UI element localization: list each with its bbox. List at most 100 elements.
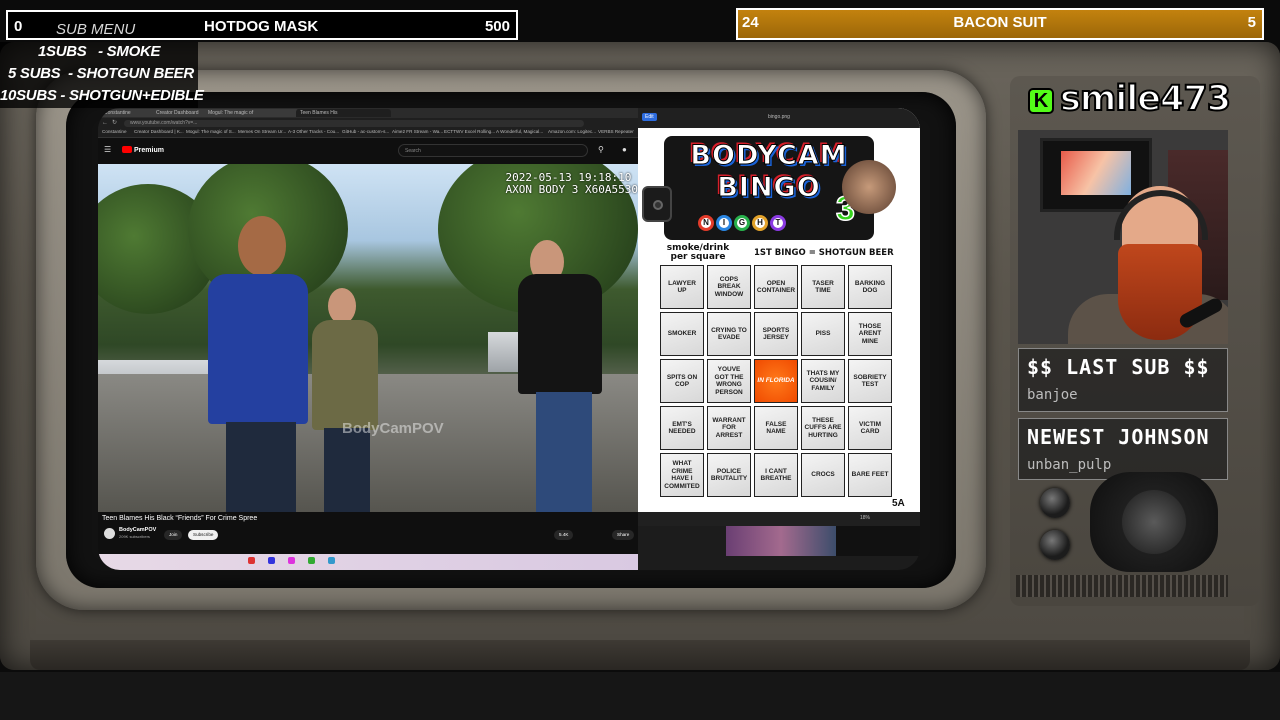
browser-tab-bar: Constantine Creator Dashboard Mogul: The…: [98, 108, 638, 118]
sub-menu-item: 1SUBS - SMOKE: [38, 43, 161, 60]
mic-icon[interactable]: ●: [622, 145, 627, 154]
newest-name: unban_pulp: [1027, 457, 1112, 473]
join-button[interactable]: Join: [164, 530, 183, 540]
bingo-cell: SOBRIETY TEST: [848, 359, 892, 403]
channel-subscribers: 209K subscribers: [119, 534, 150, 539]
face-image: [842, 160, 896, 214]
youtube-logo[interactable]: Premium: [122, 146, 164, 154]
bookmark[interactable]: A-3 Other Tracks - Cou...: [288, 129, 339, 134]
video-title: Teen Blames His Black “Friends” For Crim…: [102, 515, 258, 522]
bingo-cell: EMT'S NEEDED: [660, 406, 704, 450]
goal-target: 5: [1247, 14, 1256, 31]
bingo-cell: BARKING DOG: [848, 265, 892, 309]
bingo-free-cell: IN FLORIDA: [754, 359, 798, 403]
bingo-corner-label: 5A: [892, 498, 905, 509]
newest-title: NEWEST JOHNSON: [1027, 425, 1210, 449]
bookmark[interactable]: GitHub - ac-custom-s...: [342, 129, 389, 134]
app-icon[interactable]: [308, 557, 315, 564]
viewer-status-bar: 18%: [638, 512, 920, 526]
stream-overlay: Constantine Creator Dashboard Mogul: The…: [0, 0, 1280, 720]
bingo-cell: LAWYER UP: [660, 265, 704, 309]
bookmark[interactable]: Aime2 FR Stream - Wa...: [392, 129, 443, 134]
goal-title: HOTDOG MASK: [204, 18, 319, 35]
bingo-cell: WHAT CRIME HAVE I COMMITED: [660, 453, 704, 497]
share-button[interactable]: Share: [612, 530, 635, 540]
like-button[interactable]: 5.4K: [554, 530, 574, 540]
night-ball: T: [770, 215, 786, 231]
taskbar: [98, 554, 638, 570]
subscribe-button[interactable]: Subscribe: [188, 530, 219, 540]
device-text: AXON BODY 3 X60A5530: [505, 183, 638, 196]
bodycam-timestamp: 2022-05-13 19:18:10 AXON BODY 3 X60A5530: [506, 172, 638, 196]
streamer-username: smile473: [1059, 78, 1232, 120]
floor: [0, 672, 1280, 720]
last-sub-title: $$ LAST SUB $$: [1027, 355, 1210, 379]
bingo-grid: LAWYER UP COPS BREAK WINDOW OPEN CONTAINER…: [660, 265, 896, 497]
reload-icon[interactable]: ↻: [112, 120, 119, 127]
bingo-cell: THESE CUFFS ARE HURTING: [801, 406, 845, 450]
browser-tab-active[interactable]: Teen Blames His: [296, 109, 391, 117]
bookmark[interactable]: ECTTWV Excel Rolling...: [444, 129, 495, 134]
image-viewer: Edit bingo.png BODYCAM BINGO NIGHT 3 smo…: [638, 108, 920, 526]
newest-box: NEWEST JOHNSON unban_pulp: [1018, 418, 1228, 480]
goal-count: 0: [14, 18, 23, 35]
search-input[interactable]: Search: [398, 144, 588, 157]
bingo-subtitle: smoke/drink per square: [666, 243, 730, 262]
bookmarks-bar: Constantine Creator Dashboard | K... Mog…: [98, 128, 638, 138]
bingo-cell: WARRANT FOR ARREST: [707, 406, 751, 450]
back-icon[interactable]: ←: [102, 120, 109, 127]
bingo-rule: 1ST BINGO = SHOTGUN BEER: [754, 248, 894, 258]
tv-knob: [1040, 530, 1070, 560]
url-field[interactable]: www.youtube.com/watch?v=...: [124, 120, 584, 127]
bingo-cell: FALSE NAME: [754, 406, 798, 450]
bingo-cell: YOUVE GOT THE WRONG PERSON: [707, 359, 751, 403]
app-icon[interactable]: [268, 557, 275, 564]
bingo-cell: SPITS ON COP: [660, 359, 704, 403]
video-meta: Teen Blames His Black “Friends” For Crim…: [98, 512, 638, 570]
goal-target: 500: [484, 18, 510, 35]
bookmark[interactable]: Mogul: The magic of S...: [186, 129, 236, 134]
bodycam-icon: [642, 186, 672, 222]
search-icon[interactable]: ⚲: [598, 145, 604, 154]
night-ball: N: [698, 215, 714, 231]
bookmark[interactable]: Memes On Stream Ur...: [238, 129, 286, 134]
app-icon[interactable]: [288, 557, 295, 564]
bookmark[interactable]: Amazon.com: Logitec...: [548, 129, 596, 134]
channel-name[interactable]: BodyCamPOV: [119, 527, 156, 533]
bingo-cell: SMOKER: [660, 312, 704, 356]
sub-menu-item: 5 SUBS - SHOTGUN BEER: [8, 65, 194, 82]
bingo-cell: CROCS: [801, 453, 845, 497]
zoom-level[interactable]: 18%: [860, 515, 870, 521]
sub-menu-item: 10SUBS - SHOTGUN+EDIBLE: [0, 87, 204, 104]
goal-title: BACON SUIT: [953, 14, 1047, 31]
video-player[interactable]: 2022-05-13 19:18:10 AXON BODY 3 X60A5530…: [98, 164, 638, 512]
sub-menu-label: SUB MENU: [56, 21, 136, 38]
goal-bar-bacon-suit: 24 BACON SUIT 5: [736, 8, 1264, 40]
play-icon: [122, 146, 132, 153]
bookmark[interactable]: VERBS Repeater: [598, 129, 634, 134]
bingo-cell: COPS BREAK WINDOW: [707, 265, 751, 309]
tv-knob: [1040, 488, 1070, 518]
menu-icon[interactable]: ☰: [104, 145, 111, 154]
bingo-cell: POLICE BRUTALITY: [707, 453, 751, 497]
viewer-file-name: bingo.png: [768, 114, 790, 120]
channel-avatar[interactable]: [104, 528, 115, 539]
bookmark[interactable]: Creator Dashboard | K...: [134, 129, 184, 134]
bookmark[interactable]: A Wonderful, Magical...: [496, 129, 543, 134]
app-icon[interactable]: [248, 557, 255, 564]
night-balls: NIGHT: [698, 212, 788, 231]
app-icon[interactable]: [328, 557, 335, 564]
address-bar-row: ← ↻ www.youtube.com/watch?v=...: [98, 118, 638, 128]
last-sub-box: $$ LAST SUB $$ banjoe: [1018, 348, 1228, 412]
bingo-cell: PISS: [801, 312, 845, 356]
edit-button[interactable]: Edit: [642, 113, 657, 121]
browser-tab[interactable]: Mogul: The magic of: [204, 109, 299, 117]
bingo-cell: CRYING TO EVADE: [707, 312, 751, 356]
bingo-cell: VICTIM CARD: [848, 406, 892, 450]
thumbnail-strip: [726, 526, 920, 556]
night-ball: G: [734, 215, 750, 231]
bookmark[interactable]: Constantine: [102, 129, 127, 134]
bingo-cell: THATS MY COUSIN/ FAMILY: [801, 359, 845, 403]
thumbnail[interactable]: [726, 526, 836, 556]
tv-dial: [1090, 472, 1218, 572]
